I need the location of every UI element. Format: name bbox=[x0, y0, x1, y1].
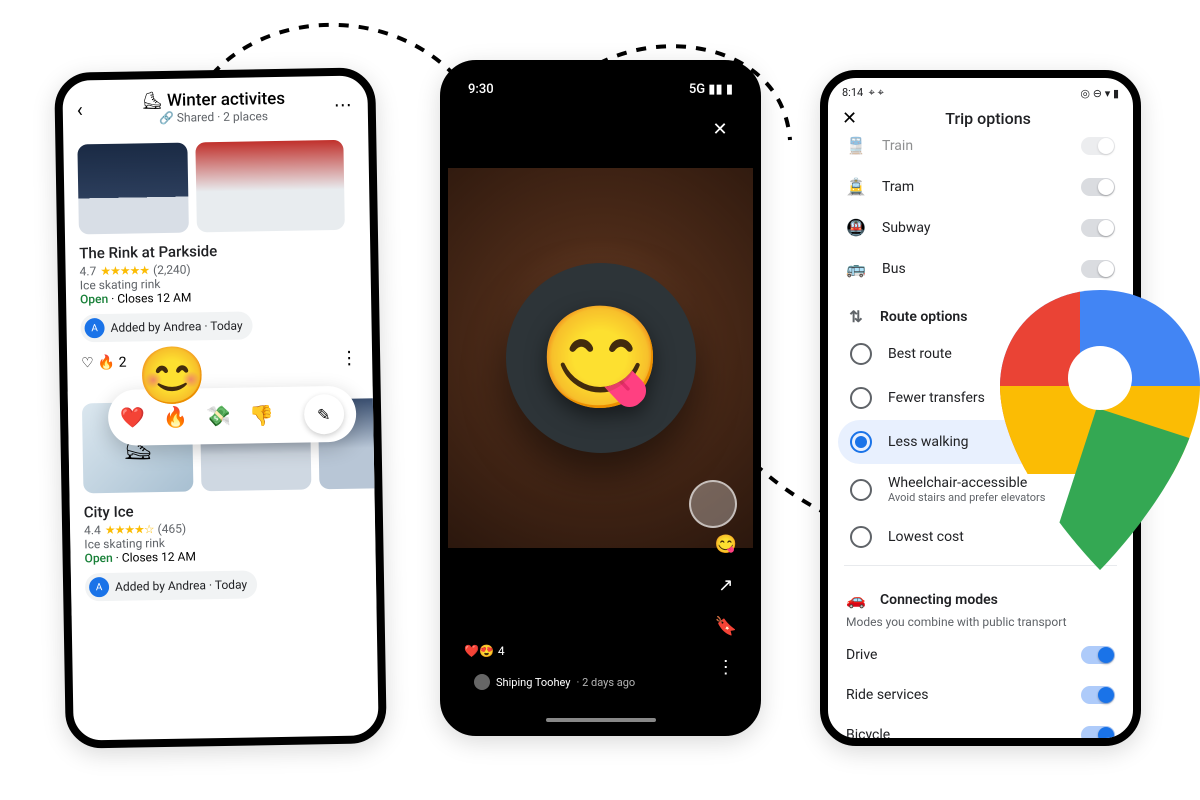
place1-menu-icon[interactable]: ⋮ bbox=[340, 348, 358, 369]
toggle[interactable] bbox=[1081, 646, 1115, 664]
back-icon[interactable]: ‹ bbox=[77, 97, 83, 121]
transit-label: Bus bbox=[882, 261, 906, 277]
status-time: 9:30 bbox=[468, 82, 494, 97]
google-maps-logo bbox=[1000, 290, 1200, 570]
connecting-modes-title: 🚗 Connecting modes bbox=[828, 572, 1133, 615]
food-emoji-sticker: 😋 bbox=[538, 300, 663, 417]
subway-icon: 🚇 bbox=[846, 218, 866, 237]
connecting-modes-subtitle: Modes you combine with public transport bbox=[828, 615, 1133, 635]
toggle[interactable] bbox=[1081, 178, 1115, 196]
list-subtitle: Shared · 2 places bbox=[177, 109, 268, 125]
list-title-block: ⛸ Winter activites 🔗 Shared · 2 places bbox=[92, 88, 334, 126]
bus-icon: 🚌 bbox=[846, 259, 866, 278]
transit-label: Tram bbox=[882, 179, 914, 195]
react-money[interactable]: 💸 bbox=[206, 404, 231, 428]
transit-mode-subway[interactable]: 🚇 Subway bbox=[828, 207, 1133, 248]
react-button[interactable]: 😋 bbox=[715, 534, 737, 555]
radio[interactable] bbox=[850, 387, 872, 409]
toggle[interactable] bbox=[1081, 219, 1115, 237]
list-title: Winter activites bbox=[167, 89, 285, 111]
transit-mode-bus[interactable]: 🚌 Bus bbox=[828, 248, 1133, 289]
connecting-mode-bicycle[interactable]: Bicycle bbox=[828, 715, 1133, 746]
edit-note-button[interactable]: ✎ bbox=[303, 394, 344, 435]
train-icon: 🚆 bbox=[846, 136, 866, 155]
home-indicator bbox=[546, 718, 656, 722]
radio[interactable] bbox=[850, 526, 872, 548]
route-label: Lowest cost bbox=[888, 529, 964, 545]
story-author-pill[interactable]: Shiping Toohey · 2 days ago bbox=[464, 668, 645, 696]
status-network: 5G ▮▮ ▮ bbox=[689, 82, 733, 97]
toggle[interactable] bbox=[1081, 726, 1115, 744]
place2-name[interactable]: City Ice bbox=[84, 499, 361, 522]
transit-label: Subway bbox=[882, 220, 931, 236]
radio[interactable] bbox=[850, 479, 872, 501]
status-time: 8:14 bbox=[842, 86, 863, 99]
route-label: Best route bbox=[888, 346, 952, 362]
transit-label: Train bbox=[882, 138, 913, 154]
react-thumbsdown[interactable]: 👎 bbox=[249, 403, 274, 427]
place1-photos[interactable] bbox=[77, 140, 356, 235]
list-title-emoji: ⛸ bbox=[141, 91, 163, 111]
bookmark-icon[interactable]: 🔖 bbox=[715, 616, 737, 637]
connecting-label: Ride services bbox=[846, 687, 929, 703]
overflow-icon[interactable]: ⋯ bbox=[334, 94, 354, 115]
toggle[interactable] bbox=[1081, 137, 1115, 155]
place2-added-by[interactable]: A Added by Andrea · Today bbox=[85, 570, 257, 601]
transit-mode-tram[interactable]: 🚊 Tram bbox=[828, 166, 1133, 207]
big-reaction-emoji: 😊 bbox=[137, 342, 208, 409]
capture-button[interactable] bbox=[689, 480, 737, 528]
connecting-mode-drive[interactable]: Drive bbox=[828, 635, 1133, 675]
radio[interactable] bbox=[850, 343, 872, 365]
status-icons: ◎ ⊖ ▾ ▮ bbox=[1080, 86, 1119, 100]
tram-icon: 🚊 bbox=[846, 177, 866, 196]
close-button[interactable]: ✕ bbox=[703, 112, 737, 146]
reaction-count[interactable]: ❤️😍 4 bbox=[464, 644, 505, 658]
place1-name[interactable]: The Rink at Parkside bbox=[79, 240, 356, 263]
story-overflow-icon[interactable]: ⋮ bbox=[715, 657, 737, 678]
radio[interactable] bbox=[850, 431, 872, 453]
share-icon[interactable]: ↗ bbox=[715, 575, 737, 596]
route-label: Less walking bbox=[888, 434, 969, 450]
place1-added-by[interactable]: A Added by Andrea · Today bbox=[80, 311, 252, 342]
toggle[interactable] bbox=[1081, 260, 1115, 278]
connecting-label: Drive bbox=[846, 647, 877, 663]
connecting-mode-ride-services[interactable]: Ride services bbox=[828, 675, 1133, 715]
transit-mode-train[interactable]: 🚆 Train bbox=[828, 125, 1133, 166]
connecting-label: Bicycle bbox=[846, 727, 890, 743]
place1-reactions[interactable]: ♡ 🔥 2 bbox=[81, 354, 127, 371]
reaction-palette[interactable]: 😊 ❤️ 🔥 💸 👎 ✎ bbox=[108, 386, 357, 446]
toggle[interactable] bbox=[1081, 686, 1115, 704]
route-label: Fewer transfers bbox=[888, 390, 985, 406]
